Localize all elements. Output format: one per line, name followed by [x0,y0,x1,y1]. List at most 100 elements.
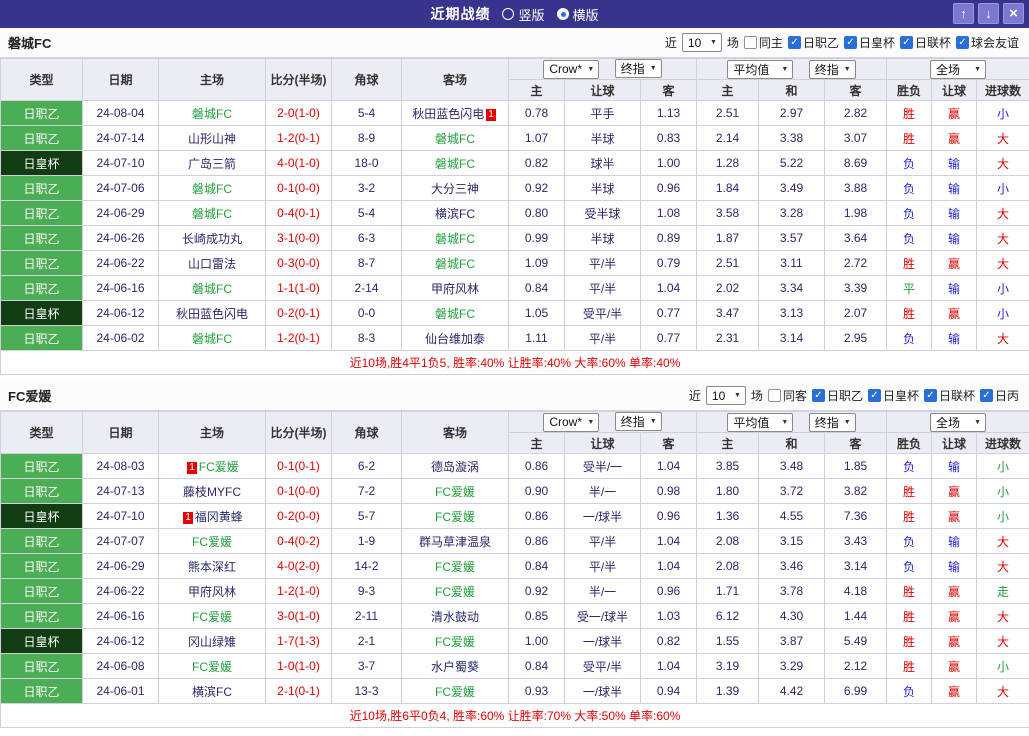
checkbox-label: 日皇杯 [883,387,919,404]
checkbox-icon [900,36,913,49]
checkbox-label: 日丙 [995,387,1019,404]
bookmaker-odds-group: Crow* 终指 [509,59,697,80]
away-odds-cell: 1.04 [641,276,697,301]
corner-cell: 13-3 [332,679,402,704]
section-header-bar: 磐城FC 近 10 场 同主 日职乙 日皇杯 日联杯 球会 [0,28,1029,58]
final-odds-select[interactable]: 终指 [615,59,662,78]
recent-matches-table: 类型 日期 主场 比分(半场) 角球 客场 Crow* 终指 平均值 终指 全场 [0,58,1029,375]
away-team-cell: FC爱媛 [402,504,509,529]
checkbox-icon [744,36,757,49]
home-odds-cell: 1.05 [509,301,565,326]
score-cell: 0-3(0-0) [266,251,332,276]
avg-home-odds-cell: 1.36 [697,504,759,529]
match-date-cell: 24-07-10 [83,504,159,529]
column-header-corner: 角球 [332,412,402,454]
team-label: 水户蜀葵 [431,660,479,674]
handicap-result-cell: 赢 [932,679,977,704]
away-team-cell: FC爱媛 [402,629,509,654]
away-team-cell: 甲府风林 [402,276,509,301]
team-label: 磐城FC [435,132,475,146]
filter-checkbox-j2[interactable]: 日职乙 [788,34,839,51]
avg-home-odds-cell: 3.47 [697,301,759,326]
filter-checkbox-same-home[interactable]: 同主 [744,34,783,51]
filter-checkbox-j2[interactable]: 日职乙 [812,387,863,404]
avg-away-odds-cell: 1.85 [825,454,887,479]
away-team-cell: 磐城FC [402,251,509,276]
team-name: 磐城FC [8,33,51,52]
win-loss-result-cell: 负 [887,201,932,226]
home-odds-cell: 1.07 [509,126,565,151]
close-button[interactable]: × [1003,3,1024,24]
handicap-result-cell: 输 [932,454,977,479]
avg-home-odds-cell: 2.08 [697,554,759,579]
match-date-cell: 24-06-22 [83,579,159,604]
layout-option-horizontal[interactable]: 横版 [557,5,599,24]
filter-checkbox-friendly[interactable]: 球会友谊 [956,34,1019,51]
summary-row: 近10场,胜4平1负5, 胜率:40% 让胜率:40% 大率:60% 单率:40… [1,351,1029,375]
bookmaker-select[interactable]: Crow* [543,60,599,79]
match-row: 日皇杯24-07-10广岛三箭4-0(1-0)18-0磐城FC0.82球半1.0… [1,151,1029,176]
filter-checkbox-league-cup[interactable]: 日联杯 [900,34,951,51]
final-odds-select[interactable]: 终指 [615,412,662,431]
away-odds-cell: 0.82 [641,629,697,654]
filter-checkbox-same-away[interactable]: 同客 [768,387,807,404]
match-row: 日职乙24-07-13藤枝MYFC0-1(0-0)7-2FC爱媛0.90半/一0… [1,479,1029,504]
team-label: FC爱媛 [192,610,232,624]
bookmaker-select-value: Crow* [549,415,582,429]
team-name: FC爱媛 [8,386,51,405]
filter-checkbox-league-cup[interactable]: 日联杯 [924,387,975,404]
scroll-down-button[interactable]: ↓ [978,3,999,24]
checkbox-label: 同主 [759,34,783,51]
team-label: 德岛漩涡 [431,460,479,474]
home-odds-cell: 0.90 [509,479,565,504]
radio-icon [502,8,514,20]
win-loss-result-cell: 胜 [887,654,932,679]
near-label: 近 [689,387,701,404]
home-team-cell: FC爱媛 [159,654,266,679]
match-count-select[interactable]: 10 [682,33,722,52]
goals-result-cell: 大 [977,529,1029,554]
filter-checkbox-emperor-cup[interactable]: 日皇杯 [844,34,895,51]
win-loss-result-cell: 负 [887,679,932,704]
filter-checkbox-j3[interactable]: 日丙 [980,387,1019,404]
fulltime-select[interactable]: 全场 [930,60,986,79]
team-label: 广岛三箭 [188,157,236,171]
home-odds-cell: 1.00 [509,629,565,654]
away-team-cell: 磐城FC [402,301,509,326]
average-odds-select[interactable]: 平均值 [727,413,793,432]
avg-draw-odds-cell: 5.22 [759,151,825,176]
subheader-home-odds: 主 [509,433,565,454]
scroll-up-button[interactable]: ↑ [953,3,974,24]
handicap-cell: 受一/球半 [565,604,641,629]
home-team-cell: 磐城FC [159,101,266,126]
filter-checkbox-emperor-cup[interactable]: 日皇杯 [868,387,919,404]
fulltime-select[interactable]: 全场 [930,413,986,432]
summary-row: 近10场,胜6平0负4, 胜率:60% 让胜率:70% 大率:50% 单率:60… [1,704,1029,728]
away-team-cell: 清水鼓动 [402,604,509,629]
match-type-cell: 日职乙 [1,604,83,629]
corner-cell: 8-3 [332,326,402,351]
red-card-badge: 1 [183,512,193,524]
handicap-result-cell: 输 [932,201,977,226]
match-row: 日职乙24-08-031FC爱媛0-1(0-1)6-2德岛漩涡0.86受半/一1… [1,454,1029,479]
handicap-cell: 受半/一 [565,454,641,479]
win-loss-result-cell: 胜 [887,301,932,326]
checkbox-icon [768,389,781,402]
handicap-result-cell: 赢 [932,251,977,276]
score-cell: 0-1(0-0) [266,176,332,201]
final-odds-select-2[interactable]: 终指 [809,413,856,432]
home-team-cell: 熊本深红 [159,554,266,579]
bookmaker-select[interactable]: Crow* [543,413,599,432]
avg-home-odds-cell: 2.08 [697,529,759,554]
team-label: 横滨FC [192,685,232,699]
score-cell: 0-1(0-1) [266,454,332,479]
home-odds-cell: 0.86 [509,454,565,479]
away-team-cell: FC爱媛 [402,554,509,579]
final-odds-select-2[interactable]: 终指 [809,60,856,79]
bookmaker-odds-group: Crow* 终指 [509,412,697,433]
match-count-select[interactable]: 10 [706,386,746,405]
match-date-cell: 24-06-16 [83,276,159,301]
average-odds-select[interactable]: 平均值 [727,60,793,79]
layout-option-vertical[interactable]: 竖版 [502,5,544,24]
avg-home-odds-cell: 2.51 [697,101,759,126]
